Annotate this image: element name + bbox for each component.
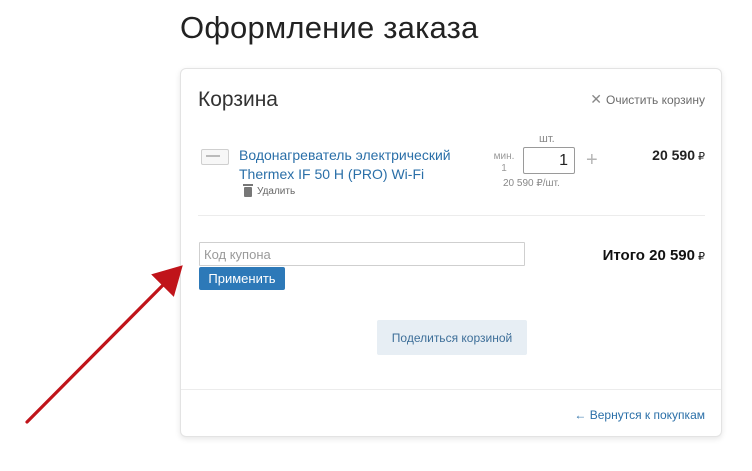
cart-title: Корзина bbox=[198, 88, 278, 111]
apply-coupon-button[interactable]: Применить bbox=[199, 267, 285, 290]
order-total: Итого 20 590 ₽ bbox=[603, 247, 705, 264]
min-label: мин. bbox=[493, 151, 515, 162]
unit-price: 20 590 ₽/шт. bbox=[503, 178, 560, 189]
back-to-shopping-link[interactable]: ← Вернутся к покупкам bbox=[574, 408, 705, 422]
product-image[interactable] bbox=[201, 149, 229, 165]
item-price-value: 20 590 bbox=[652, 147, 695, 163]
close-icon: ✕ bbox=[590, 91, 602, 107]
currency-symbol: ₽ bbox=[698, 251, 705, 263]
total-value: 20 590 bbox=[649, 247, 695, 264]
divider bbox=[198, 215, 705, 216]
share-cart-button[interactable]: Поделиться корзиной bbox=[377, 320, 527, 355]
item-price: 20 590 ₽ bbox=[652, 147, 705, 163]
quantity-unit: шт. bbox=[539, 133, 555, 145]
page-title: Оформление заказа bbox=[180, 10, 479, 45]
total-label: Итого bbox=[602, 247, 645, 264]
product-name-line2: Thermex IF 50 H (PRO) Wi-Fi bbox=[239, 166, 425, 182]
divider bbox=[181, 389, 721, 390]
delete-label: Удалить bbox=[257, 186, 296, 197]
min-value: 1 bbox=[501, 163, 507, 174]
minimum-quantity: мин. 1 bbox=[491, 151, 517, 175]
product-name-line1: Водонагреватель электрический bbox=[239, 147, 451, 163]
clear-cart-label: Очистить корзину bbox=[606, 92, 705, 107]
cart-panel: Корзина ✕ Очистить корзину Водонагревате… bbox=[180, 68, 722, 437]
trash-icon bbox=[243, 183, 253, 197]
product-link[interactable]: Водонагреватель электрический Thermex IF… bbox=[239, 146, 479, 184]
coupon-code-input[interactable] bbox=[199, 242, 525, 266]
currency-symbol: ₽ bbox=[698, 151, 705, 163]
annotation-arrow-line bbox=[25, 265, 183, 424]
quantity-input[interactable] bbox=[523, 147, 575, 174]
delete-item-button[interactable]: Удалить bbox=[243, 183, 296, 197]
increase-quantity-button[interactable]: + bbox=[586, 149, 598, 172]
clear-cart-button[interactable]: ✕ Очистить корзину bbox=[590, 91, 705, 108]
